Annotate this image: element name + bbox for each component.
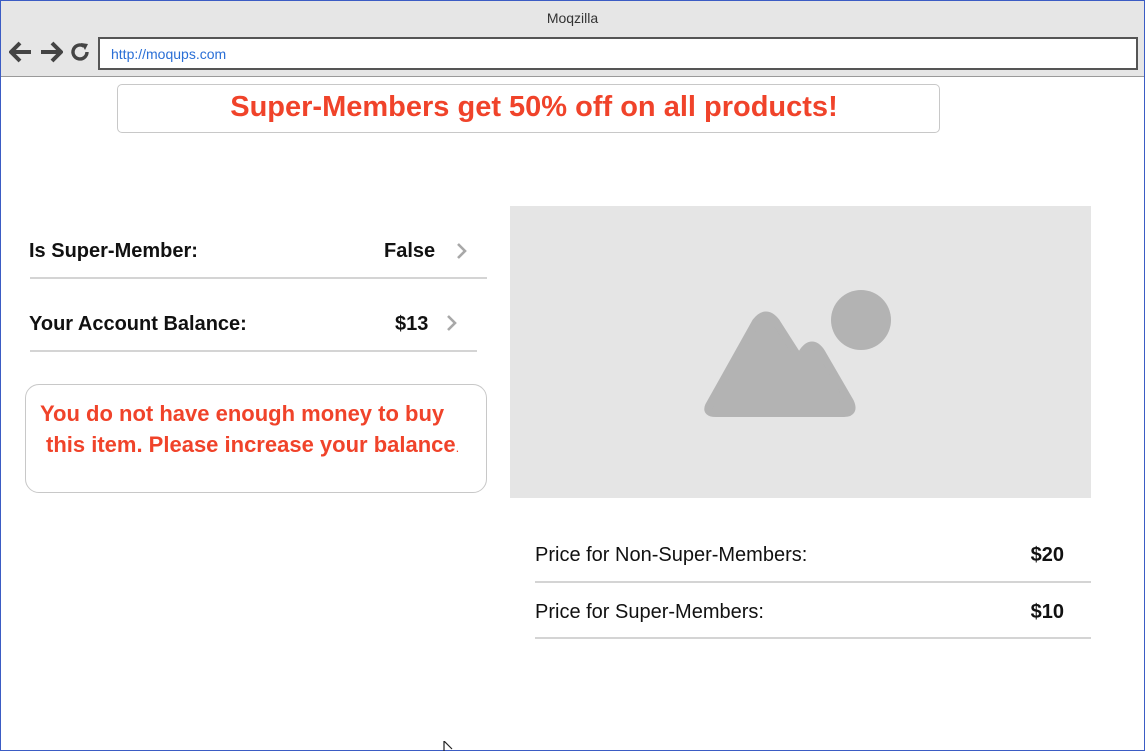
chevron-right-icon — [457, 243, 467, 259]
account-balance-value: $13 — [395, 313, 429, 335]
product-image-placeholder — [510, 206, 1091, 498]
image-placeholder-icon — [704, 290, 891, 417]
warning-line-2-text: this item. Please increase your balance — [46, 432, 456, 457]
chevron-right-icon — [447, 315, 457, 331]
divider — [30, 350, 477, 352]
mouse-cursor-icon — [443, 741, 453, 751]
price-row-non-member: Price for Non-Super-Members: $20 — [535, 544, 1091, 584]
arrow-right-icon — [41, 41, 63, 63]
price-non-member-value: $20 — [1030, 544, 1064, 566]
price-non-member-label: Price for Non-Super-Members: — [535, 544, 808, 566]
account-balance-label: Your Account Balance: — [29, 313, 247, 335]
divider — [535, 581, 1091, 583]
browser-window: Moqzilla http://moqups.com Super-Members… — [0, 0, 1145, 751]
divider — [30, 277, 487, 279]
insufficient-funds-warning: You do not have enough money to buy this… — [25, 384, 487, 493]
back-button[interactable] — [9, 40, 33, 64]
super-member-value: False — [384, 240, 436, 262]
warning-line-2-end: . — [455, 440, 460, 455]
super-member-label: Is Super-Member: — [29, 240, 198, 262]
divider — [535, 637, 1091, 639]
window-title: Moqzilla — [546, 10, 599, 26]
browser-titlebar: Moqzilla http://moqups.com — [1, 1, 1144, 77]
url-text: http://moqups.com — [111, 46, 227, 62]
address-bar[interactable]: http://moqups.com — [98, 37, 1138, 70]
reload-icon — [71, 43, 89, 61]
price-member-label: Price for Super-Members: — [535, 601, 764, 623]
promo-banner: Super-Members get 50% off on all product… — [117, 84, 940, 133]
arrow-left-icon — [9, 41, 31, 63]
warning-line-1: You do not have enough money to buy — [40, 401, 445, 426]
promo-text: Super-Members get 50% off on all product… — [230, 91, 838, 123]
forward-button[interactable] — [39, 40, 63, 64]
price-row-member: Price for Super-Members: $10 — [535, 601, 1091, 641]
warning-line-2: this item. Please increase your balance. — [46, 432, 459, 458]
reload-button[interactable] — [68, 40, 92, 64]
price-member-value: $10 — [1030, 601, 1064, 623]
